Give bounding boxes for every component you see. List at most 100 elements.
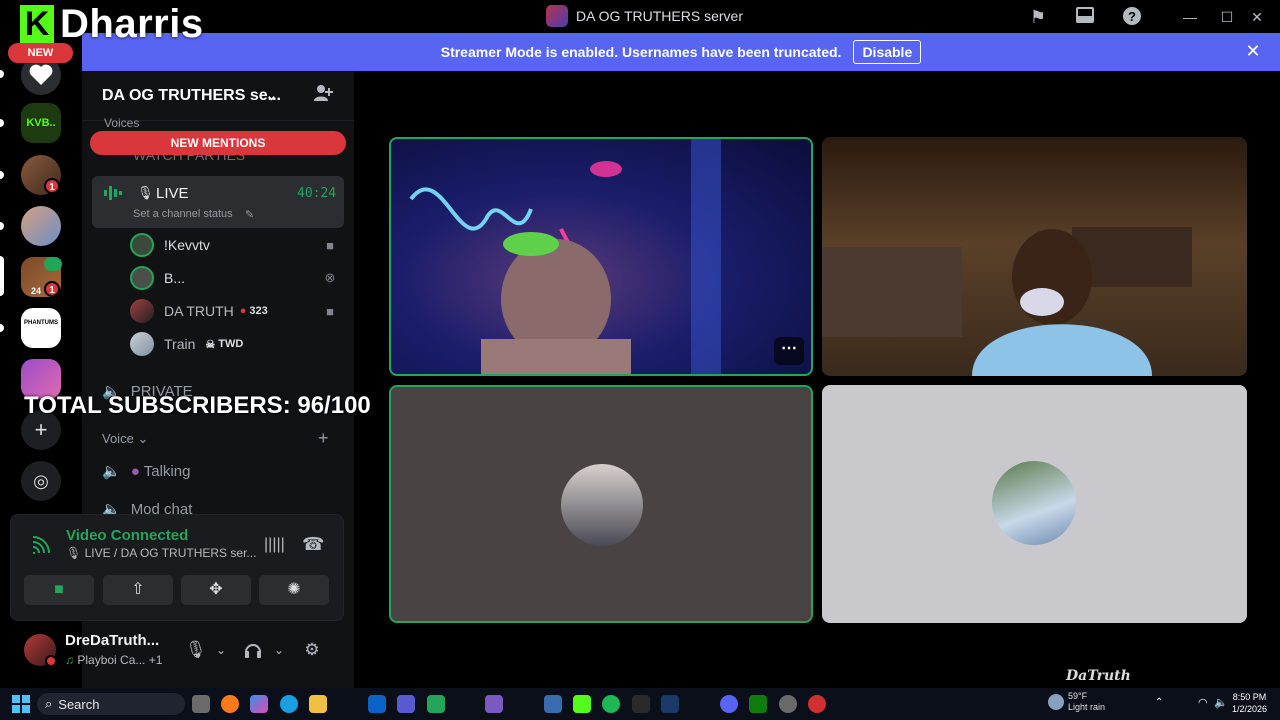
server-icon [546,5,568,27]
photos-icon[interactable] [544,695,562,713]
flag-icon[interactable]: ⚑ [1027,6,1049,28]
firefox-icon[interactable] [221,695,239,713]
video-live-icon [44,257,62,271]
avatar [130,233,154,257]
video-tile-user2[interactable] [822,137,1247,376]
close-window-button[interactable]: ✕ [1246,6,1268,28]
xbox-icon: ⊗ [324,270,336,285]
watermark-logo: DaTruth [1066,668,1131,684]
server-icon-kvb[interactable]: KVB.. [21,103,61,143]
headphones-icon[interactable] [243,640,263,660]
weather-widget[interactable]: 59°F Light rain [1068,691,1105,713]
voice-member[interactable]: DA TRUTH ● 323 ■ [130,297,340,325]
noise-suppression-icon[interactable]: ||||| [264,536,285,554]
discord-icon[interactable] [720,695,738,713]
steam-icon[interactable] [661,695,679,713]
server-icon-cartoon[interactable] [21,206,61,246]
app-icon[interactable] [485,695,503,713]
mention-badge: 1 [44,178,60,194]
channel-status-input[interactable]: Set a channel status [133,208,233,220]
explore-icon[interactable]: ◎ [21,461,61,501]
new-mentions-pill[interactable]: NEW MENTIONS [90,131,346,155]
invite-people-icon[interactable] [312,83,334,108]
disable-button[interactable]: Disable [853,40,922,64]
voice-member[interactable]: B... ⊗ [130,264,340,292]
xbox-icon[interactable] [749,695,767,713]
create-channel-icon[interactable]: + [318,428,329,449]
server-icon-phantums[interactable]: PHANTUMS [21,308,61,348]
streamer-mode-banner: Streamer Mode is enabled. Usernames have… [82,33,1280,71]
video-tile-user3[interactable] [389,385,813,623]
connection-icon[interactable] [30,534,52,556]
voice-location-text: LIVE / DA OG TRUTHERS ser... [84,546,257,560]
member-name: !Kevvtv [164,237,210,253]
video-tile-kevvtv[interactable] [389,137,813,376]
xbox-app-icon[interactable] [427,695,445,713]
settings-icon[interactable] [779,695,797,713]
disconnect-icon[interactable]: ☎ [302,534,324,555]
activity-extra: +1 [148,653,163,667]
windows-start-icon[interactable] [12,695,30,713]
maximize-button[interactable]: ☐ [1216,6,1238,28]
close-icon[interactable]: ✕ [1244,42,1262,60]
microphone-icon[interactable]: 🎙 [185,640,207,660]
weather-temp: 59°F [1068,691,1088,701]
username[interactable]: DreDaTruth... [65,632,159,649]
chevron-down-icon[interactable]: ⌄ [211,640,231,660]
epic-games-icon[interactable] [632,695,650,713]
clock-time: 8:50 PM [1232,692,1267,702]
member-name: Train [164,336,196,352]
streamer-name: Dharris [60,1,204,46]
voice-location[interactable]: 🎙 LIVE / DA OG TRUTHERS ser... [66,546,256,560]
server-name: DA OG TRUTHERS se... [102,86,281,104]
chevron-up-icon[interactable]: ⌃ [1155,697,1163,708]
avatar [561,464,643,546]
video-icon: ■ [326,237,334,253]
user-panel [10,622,344,680]
outlook-icon[interactable] [368,695,386,713]
server-count: 24 [31,286,42,296]
teams-icon[interactable] [397,695,415,713]
more-options-button[interactable]: ⋯ [774,337,804,365]
wifi-icon[interactable]: ◠ [1198,696,1208,709]
taskbar-clock[interactable]: 8:50 PM 1/2/2026 [1232,691,1267,715]
pencil-icon[interactable]: ✎ [245,208,254,221]
avatar [130,332,154,356]
member-name: DA TRUTH [164,303,234,319]
record-icon[interactable] [808,695,826,713]
kick-app-icon[interactable] [573,695,591,713]
inbox-icon[interactable] [1074,6,1096,28]
volume-icon[interactable]: 🔈 [1214,696,1228,709]
voice-member[interactable]: Train ☠ TWD [130,330,340,358]
folder-icon[interactable] [309,695,327,713]
channel-talking[interactable]: 🔈 ● Talking [102,458,190,484]
task-view-icon[interactable] [192,695,210,713]
search-label: Search [58,696,100,712]
gear-icon[interactable]: ⚙ [302,640,322,660]
taskbar-search[interactable]: ⌕ Search [37,693,185,715]
video-tile-train[interactable] [822,385,1247,623]
help-icon[interactable]: ? [1121,6,1143,28]
subscribers-overlay: TOTAL SUBSCRIBERS: 96/100 [24,392,371,419]
user-activity: ♫ Playboi Ca... +1 [65,653,162,667]
activities-button[interactable]: ✥ [181,575,251,605]
live-timer: 40:24 [297,186,337,201]
camera-button[interactable]: ■ [24,575,94,605]
screen-share-button[interactable]: ⇧ [103,575,173,605]
weather-icon[interactable] [1048,694,1064,710]
server-header[interactable]: DA OG TRUTHERS se... ⌄ [82,71,354,121]
copilot-icon[interactable] [250,695,268,713]
spotify-icon[interactable] [602,695,620,713]
voice-status[interactable]: Video Connected [66,527,188,544]
kick-logo-icon: K [20,5,54,43]
minimize-button[interactable]: — [1179,6,1201,28]
channel-live[interactable] [92,176,344,228]
selected-pip [0,256,4,296]
category-voices[interactable]: Voices [104,116,139,130]
svg-text:?: ? [1128,9,1136,24]
soundboard-button[interactable]: ✺ [259,575,329,605]
edge-icon[interactable] [280,695,298,713]
chevron-down-icon[interactable]: ⌄ [269,640,289,660]
category-voice[interactable]: Voice ⌄ [102,431,148,447]
voice-member[interactable]: !Kevvtv ■ [130,231,340,259]
